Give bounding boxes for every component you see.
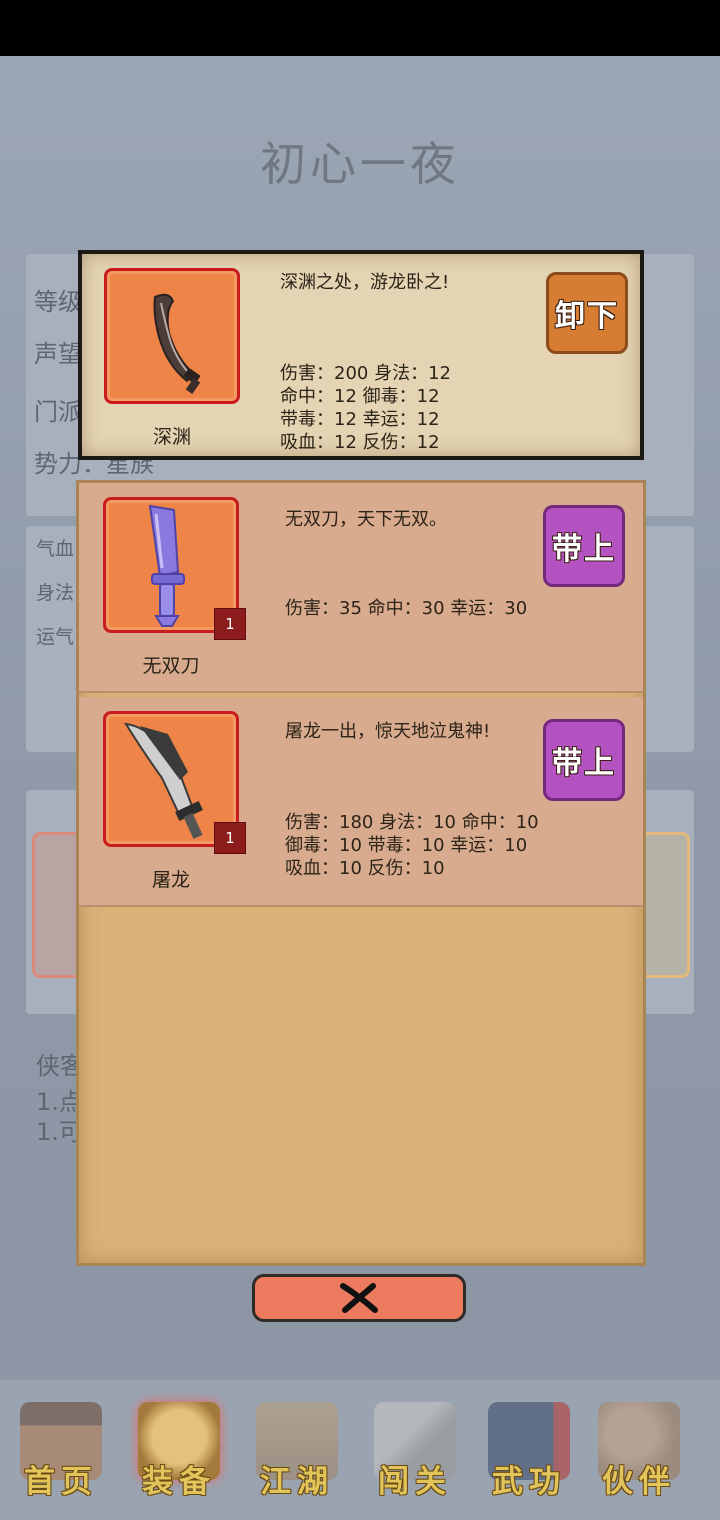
attr-label-agility: 身法	[36, 582, 75, 604]
stat-line: 御毒：10 带毒：10 幸运：10	[285, 835, 528, 856]
nav-label: 装备	[142, 1464, 216, 1500]
item-count-badge: 1	[214, 822, 246, 854]
slot-right	[640, 832, 690, 978]
unequip-button[interactable]: 卸下	[546, 272, 628, 354]
nav-challenge[interactable]: 闯关	[360, 1394, 470, 1510]
item-description: 屠龙一出，惊天地泣鬼神!	[285, 721, 491, 742]
equipped-item-card: 深渊 深渊之处，游龙卧之! 伤害：200 身法：12 命中：12 御毒：12 带…	[78, 250, 644, 460]
item-icon-frame: 1	[103, 497, 246, 640]
nav-label: 闯关	[378, 1464, 452, 1500]
stat-line: 吸血：12 反伤：12	[280, 432, 440, 453]
item-count-badge: 1	[214, 608, 246, 640]
stat-line: 命中：12 御毒：12	[280, 386, 440, 407]
info-label-level: 等级	[34, 288, 82, 316]
attr-label-hp: 气血	[36, 538, 75, 560]
equip-button[interactable]: 带上	[543, 505, 625, 587]
stat-line: 伤害：200 身法：12	[280, 363, 451, 384]
page-title: 初心一夜	[260, 137, 460, 191]
item-icon-frame: 1	[103, 711, 246, 854]
stat-line: 带毒：12 幸运：12	[280, 409, 440, 430]
equipped-item-icon-frame	[104, 268, 240, 404]
nav-label: 江湖	[260, 1464, 334, 1500]
equipped-item-name: 深渊	[152, 426, 191, 448]
nav-jianghu[interactable]: 江湖	[242, 1394, 352, 1510]
bottom-nav: 首页 装备 江湖 闯关 武功 伙伴	[0, 1380, 720, 1520]
nav-label: 首页	[24, 1464, 98, 1500]
nav-home[interactable]: 首页	[6, 1394, 116, 1510]
inventory-panel: 1 无双刀 无双刀，天下无双。 伤害：35 命中：30 幸运：30 带上 1 屠…	[76, 480, 646, 1266]
item-stats: 伤害：35 命中：30 幸运：30	[285, 597, 527, 620]
item-name: 无双刀	[142, 655, 200, 677]
close-x-icon	[340, 1283, 378, 1313]
equipped-item-stats: 伤害：200 身法：12 命中：12 御毒：12 带毒：12 幸运：12 吸血：…	[280, 362, 451, 454]
nav-equipment[interactable]: 装备	[124, 1394, 234, 1510]
nav-label: 伙伴	[602, 1464, 676, 1500]
equipped-item-description: 深渊之处，游龙卧之!	[280, 272, 450, 293]
item-name: 屠龙	[151, 869, 190, 891]
attr-label-luck: 运气	[36, 626, 75, 648]
nav-label: 武功	[492, 1464, 566, 1500]
stat-line: 伤害：35 命中：30 幸运：30	[285, 598, 528, 619]
item-description: 无双刀，天下无双。	[285, 509, 447, 530]
equip-button[interactable]: 带上	[543, 719, 625, 801]
list-item: 1 屠龙 屠龙一出，惊天地泣鬼神! 伤害：180 身法：10 命中：10 御毒：…	[79, 697, 643, 907]
info-label-sect: 门派	[34, 398, 82, 426]
status-bar	[0, 0, 720, 56]
info-label-reputation: 声望	[34, 340, 82, 368]
item-stats: 伤害：180 身法：10 命中：10 御毒：10 带毒：10 幸运：10 吸血：…	[285, 811, 539, 880]
list-item: 1 无双刀 无双刀，天下无双。 伤害：35 命中：30 幸运：30 带上	[79, 483, 643, 693]
nav-companions[interactable]: 伙伴	[584, 1394, 694, 1510]
curved-sword-icon	[153, 293, 201, 395]
stat-line: 伤害：180 身法：10 命中：10	[285, 812, 539, 833]
close-button[interactable]	[252, 1274, 466, 1322]
stat-line: 吸血：10 反伤：10	[285, 858, 445, 879]
nav-martial-arts[interactable]: 武功	[474, 1394, 584, 1510]
